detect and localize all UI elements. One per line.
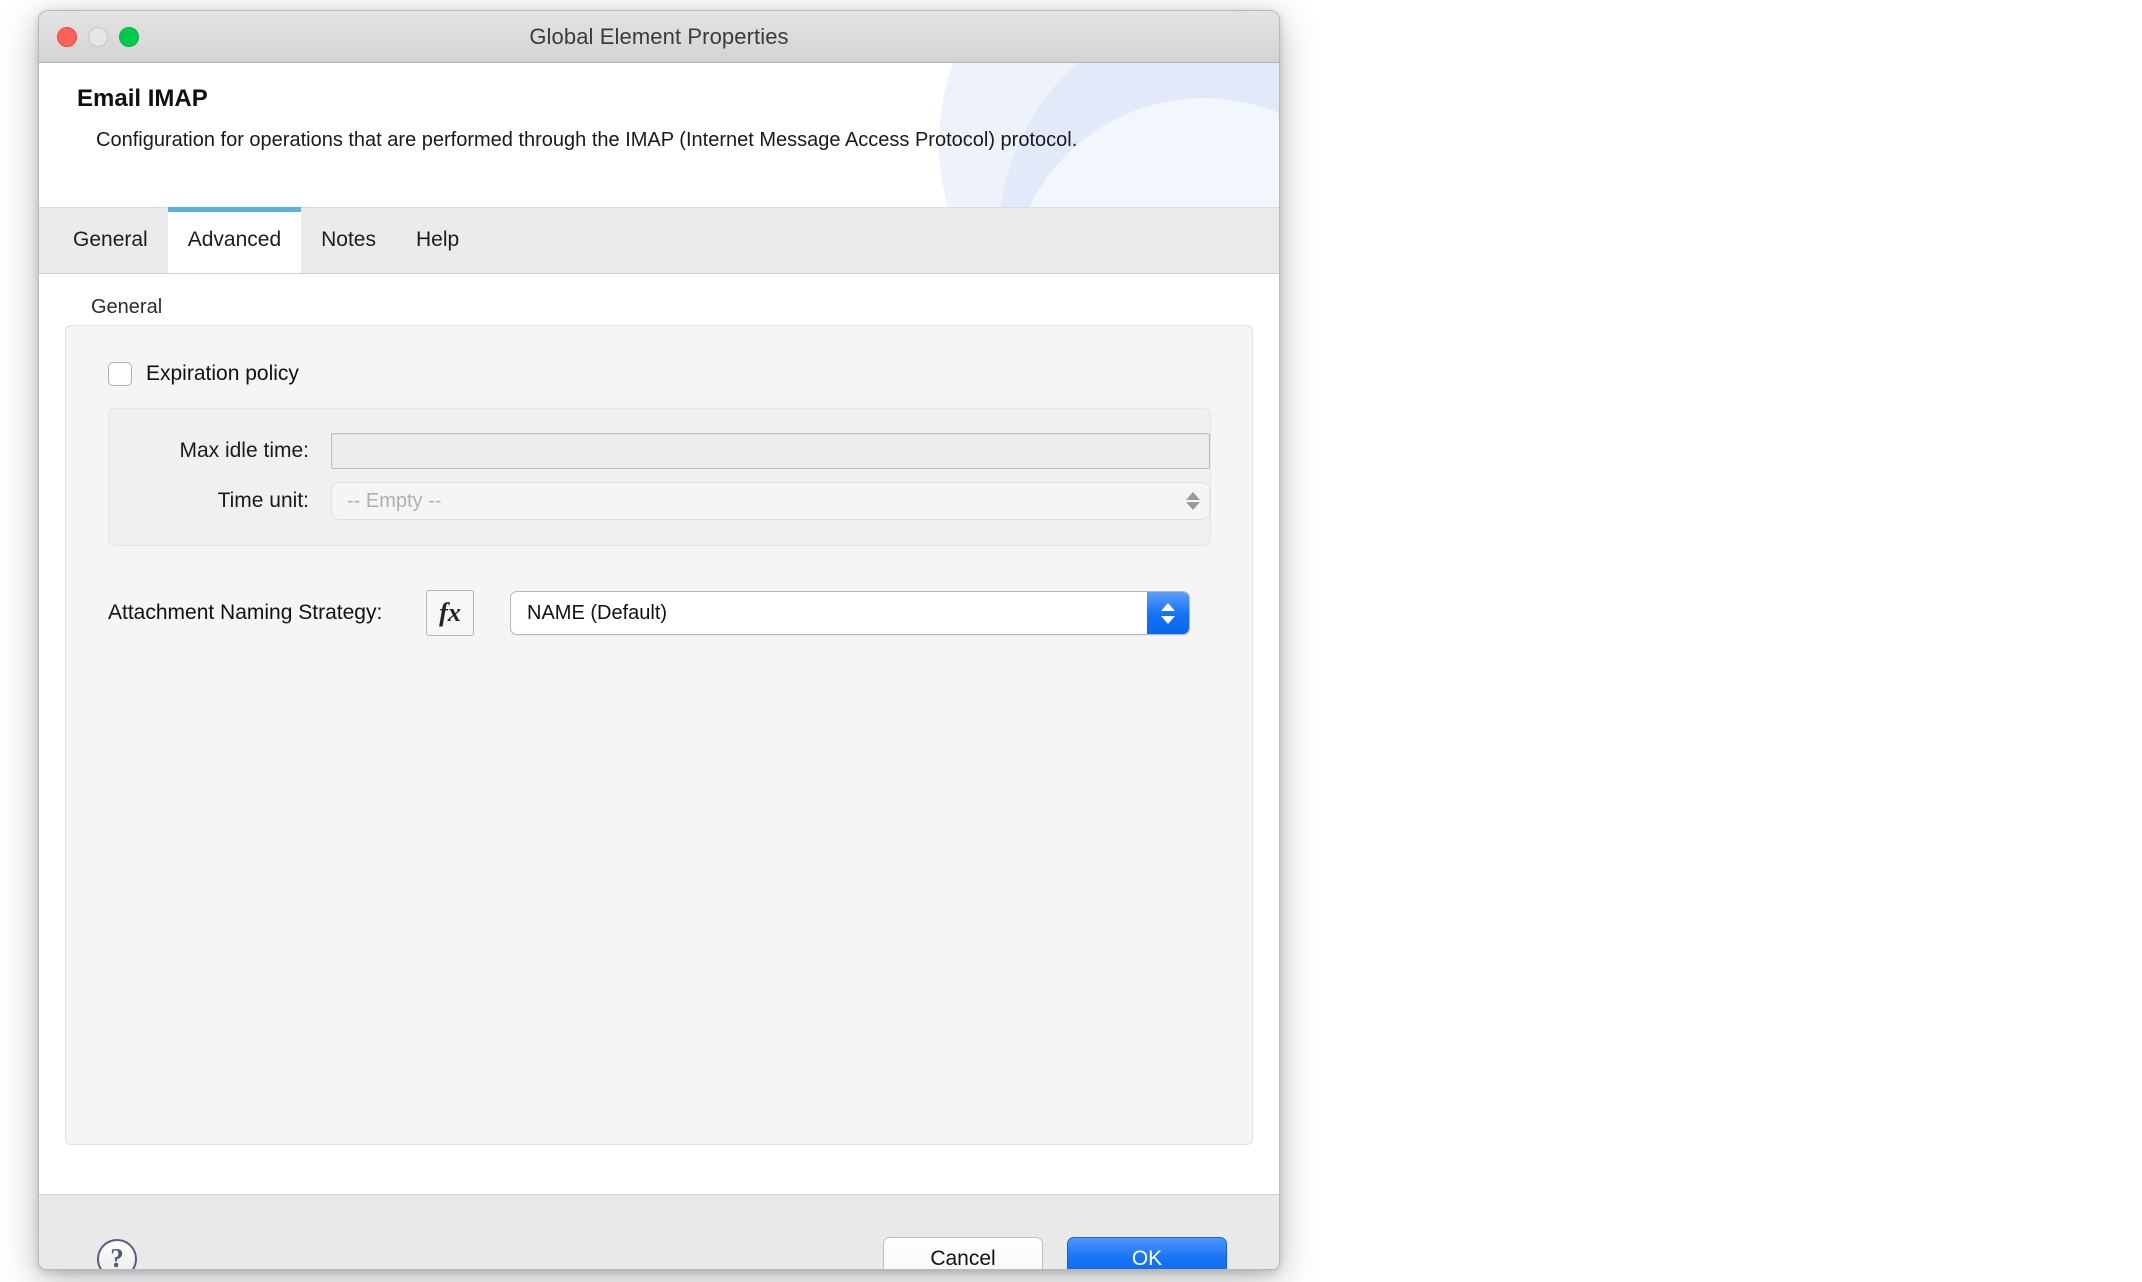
tab-panel-advanced: General Expiration policy Max idle time:…: [39, 274, 1279, 1194]
tab-notes[interactable]: Notes: [301, 207, 396, 273]
expression-fx-button[interactable]: fx: [426, 590, 474, 636]
cancel-button[interactable]: Cancel: [883, 1236, 1043, 1269]
time-unit-select[interactable]: -- Empty --: [331, 482, 1210, 520]
tab-bar: General Advanced Notes Help: [39, 207, 1279, 274]
screen: Global Element Properties Email IMAP Con…: [0, 0, 2142, 1282]
global-element-properties-window: Global Element Properties Email IMAP Con…: [38, 10, 1280, 1270]
max-idle-time-label: Max idle time:: [179, 439, 309, 462]
chevron-down-icon: [1186, 502, 1200, 510]
group-label-general: General: [91, 296, 163, 318]
zoom-window-icon[interactable]: [119, 26, 139, 47]
expiration-policy-label: Expiration policy: [146, 362, 299, 385]
chevron-up-icon: [1161, 602, 1175, 611]
window-traffic-lights: [57, 26, 139, 47]
dialog-footer: ? Cancel OK: [39, 1194, 1279, 1269]
expiration-policy-subpanel: Max idle time: Time unit: -- Empty --: [108, 408, 1211, 546]
expiration-policy-row[interactable]: Expiration policy: [108, 362, 1252, 386]
attachment-naming-strategy-label: Attachment Naming Strategy:: [108, 601, 383, 624]
attachment-naming-strategy-select[interactable]: NAME (Default): [510, 591, 1190, 635]
tab-advanced[interactable]: Advanced: [167, 207, 302, 273]
time-unit-label: Time unit:: [217, 489, 309, 512]
time-unit-row: Time unit: -- Empty --: [109, 479, 1210, 523]
chevron-up-icon: [1186, 492, 1200, 500]
chevron-down-icon: [1161, 615, 1175, 624]
page-title: Email IMAP: [77, 85, 208, 112]
window-titlebar[interactable]: Global Element Properties: [39, 11, 1279, 63]
minimize-window-icon[interactable]: [88, 26, 108, 47]
attachment-naming-strategy-stepper-icon[interactable]: [1147, 592, 1189, 634]
tab-help[interactable]: Help: [396, 207, 479, 273]
general-group-box: Expiration policy Max idle time: Time un…: [65, 325, 1253, 1145]
attachment-naming-strategy-value: NAME (Default): [527, 601, 668, 624]
dialog-banner: Email IMAP Configuration for operations …: [39, 63, 1279, 208]
help-icon[interactable]: ?: [97, 1238, 137, 1269]
expiration-policy-checkbox[interactable]: [108, 362, 132, 386]
close-window-icon[interactable]: [57, 26, 77, 47]
page-description: Configuration for operations that are pe…: [96, 129, 1078, 151]
max-idle-time-input[interactable]: [331, 433, 1210, 469]
max-idle-time-row: Max idle time:: [109, 429, 1210, 473]
tab-general[interactable]: General: [53, 207, 168, 273]
ok-button[interactable]: OK: [1067, 1236, 1227, 1269]
time-unit-stepper-icon[interactable]: [1186, 492, 1200, 510]
window-title: Global Element Properties: [529, 23, 789, 49]
attachment-naming-strategy-row: Attachment Naming Strategy: fx NAME (Def…: [108, 590, 1252, 636]
time-unit-value: -- Empty --: [347, 489, 442, 512]
